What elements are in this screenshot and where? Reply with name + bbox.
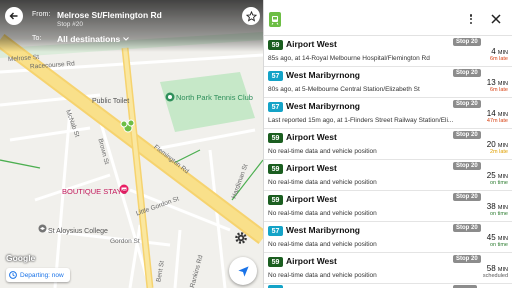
minutes-value: 38 — [486, 202, 496, 211]
destination-text: Airport West — [286, 39, 337, 49]
minutes-until: 20 MIN — [478, 140, 508, 149]
google-logo: Google — [6, 253, 36, 263]
destination-text: West Maribyrnong — [286, 101, 360, 111]
app-root: North Park Tennis Club Public Toilet BOU… — [0, 0, 512, 288]
minutes-until: 45 MIN — [478, 233, 508, 242]
stop-badge: Stop 20 — [453, 162, 481, 170]
map-view[interactable]: North Park Tennis Club Public Toilet BOU… — [0, 0, 263, 288]
departures-panel: 59 Airport West 85s ago, at 14-Royal Melbo… — [263, 0, 512, 288]
map-label-tennis: North Park Tennis Club — [176, 93, 253, 102]
stop-badge: Stop 20 — [453, 100, 481, 108]
minutes-until: 38 MIN — [478, 202, 508, 211]
vehicle-status-text: No real-time data and vehicle position — [268, 210, 377, 217]
punctuality-text: on time — [489, 242, 508, 248]
route-badge: 57 — [268, 71, 283, 81]
route-badge: 59 — [268, 40, 283, 50]
departure-row[interactable]: 57 West Maribyrnong No real-time data and … — [264, 222, 512, 253]
vehicle-status-text: No real-time data and vehicle position — [268, 148, 377, 155]
more-options-button[interactable] — [467, 12, 475, 26]
route-badge: 57 — [268, 226, 283, 236]
departure-row[interactable]: 59 Airport West No real-time data and vehi… — [264, 191, 512, 222]
minutes-until: 14 MIN — [478, 109, 508, 118]
chevron-down-icon — [123, 37, 130, 41]
map-label-toilet: Public Toilet — [92, 98, 130, 105]
clock-icon — [9, 271, 17, 279]
route-badge: 59 — [268, 195, 283, 205]
destination-dropdown[interactable]: All destinations — [57, 34, 130, 44]
minutes-value: 13 — [486, 78, 496, 87]
punctuality-text: 47m late — [486, 118, 508, 124]
route-badge: 59 — [268, 257, 283, 267]
minutes-until: 4 MIN — [478, 47, 508, 56]
departure-row[interactable]: 59 Airport West No real-time data and vehi… — [264, 160, 512, 191]
arrow-left-icon — [9, 12, 18, 20]
departing-chip[interactable]: Departing: now — [6, 268, 70, 282]
minutes-value: 45 — [486, 233, 496, 242]
to-label: To: — [32, 35, 42, 42]
list-item-partial — [264, 284, 512, 288]
back-button[interactable] — [5, 7, 23, 25]
minutes-value: 14 — [486, 109, 496, 118]
destination-text: West Maribyrnong — [286, 70, 360, 80]
minutes-value: 25 — [486, 171, 496, 180]
vehicle-status-text: No real-time data and vehicle position — [268, 272, 377, 279]
punctuality-text: 6m late — [489, 56, 508, 62]
map-label-gordon: Gordon St — [110, 238, 140, 245]
vehicle-status-text: 80s ago, at 5-Melbourne Central Station/… — [268, 86, 420, 93]
my-location-button[interactable] — [229, 257, 257, 285]
navigation-arrow-icon — [237, 265, 249, 277]
route-badge: 59 — [268, 164, 283, 174]
stop-label: Stop #20 — [57, 21, 84, 28]
stop-badge: Stop 20 — [453, 255, 481, 263]
punctuality-text: on time — [489, 211, 508, 217]
from-label: From: — [32, 11, 51, 18]
vehicle-status-text: Last reported 15m ago, at 1-Flinders Str… — [268, 117, 454, 124]
route-badge: 59 — [268, 133, 283, 143]
from-value[interactable]: Melrose St/Flemington Rd — [57, 10, 162, 20]
vehicle-status-text: No real-time data and vehicle position — [268, 179, 377, 186]
destination-text: Airport West — [286, 256, 337, 266]
tennis-club-pin-icon[interactable] — [165, 92, 175, 102]
map-label-college: St Aloysius College — [48, 228, 108, 235]
destination-text: Airport West — [286, 163, 337, 173]
star-outline-icon — [245, 10, 257, 22]
punctuality-text: scheduled — [482, 273, 508, 279]
gear-icon[interactable] — [234, 231, 248, 245]
tram-app-icon — [269, 12, 281, 27]
departure-row[interactable]: 59 Airport West No real-time data and vehi… — [264, 253, 512, 284]
minutes-value: 20 — [486, 140, 496, 149]
punctuality-text: 2m late — [489, 149, 508, 155]
departure-row[interactable]: 59 Airport West No real-time data and vehi… — [264, 129, 512, 160]
vehicle-status-text: 85s ago, at 14-Royal Melbourne Hospital/… — [268, 55, 430, 62]
destination-text: Airport West — [286, 132, 337, 142]
minutes-value: 58 — [486, 264, 496, 273]
departure-list: 59 Airport West 85s ago, at 14-Royal Melbo… — [264, 36, 512, 284]
minutes-until: 25 MIN — [478, 171, 508, 180]
departure-row[interactable]: 57 West Maribyrnong 80s ago, at 5-Melbourn… — [264, 67, 512, 98]
punctuality-text: 6m late — [489, 87, 508, 93]
minutes-until: 13 MIN — [478, 78, 508, 87]
panel-toolbar — [264, 0, 512, 36]
stop-badge: Stop 20 — [453, 131, 481, 139]
favorite-button[interactable] — [242, 7, 260, 25]
minutes-until: 58 MIN — [478, 264, 508, 273]
stop-badge: Stop 20 — [453, 69, 481, 77]
close-icon[interactable] — [490, 13, 502, 25]
destination-value: All destinations — [57, 34, 121, 44]
stop-badge: Stop 20 — [453, 193, 481, 201]
school-pin-icon[interactable] — [38, 224, 47, 233]
destination-text: Airport West — [286, 194, 337, 204]
route-badge: 57 — [268, 102, 283, 112]
map-label-boutique: BOUTIQUE STAYS — [62, 187, 127, 196]
minutes-value: 4 — [491, 47, 496, 56]
destination-text: West Maribyrnong — [286, 225, 360, 235]
departure-row[interactable]: 57 West Maribyrnong Last reported 15m ago,… — [264, 98, 512, 129]
stop-badge: Stop 20 — [453, 224, 481, 232]
stop-badge: Stop 20 — [453, 38, 481, 46]
departing-text: Departing: now — [20, 271, 64, 279]
vehicle-status-text: No real-time data and vehicle position — [268, 241, 377, 248]
punctuality-text: on time — [489, 180, 508, 186]
departure-row[interactable]: 59 Airport West 85s ago, at 14-Royal Melbo… — [264, 36, 512, 67]
map-header: From: Melrose St/Flemington Rd Stop #20 … — [0, 0, 263, 52]
